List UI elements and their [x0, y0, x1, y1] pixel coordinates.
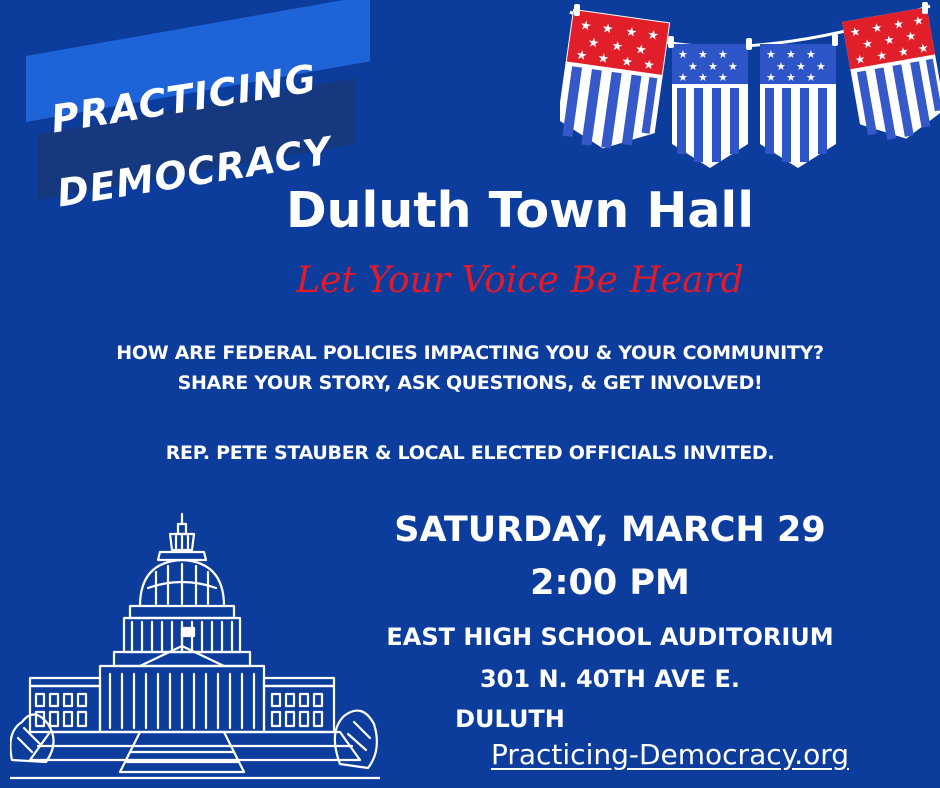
svg-text:★: ★ — [678, 71, 688, 84]
svg-text:★: ★ — [766, 48, 776, 61]
svg-text:★: ★ — [678, 48, 688, 61]
svg-text:★: ★ — [816, 60, 826, 73]
svg-text:★: ★ — [688, 60, 698, 73]
svg-text:★: ★ — [575, 48, 589, 64]
svg-text:★: ★ — [708, 60, 718, 73]
patriotic-bunting-icon: ★★★★ ★★★ ★★★★ ★★★ ★★★ ★★★ — [560, 2, 940, 168]
event-tagline: Let Your Voice Be Heard — [296, 260, 744, 301]
svg-text:★: ★ — [601, 21, 615, 37]
svg-text:★: ★ — [698, 48, 708, 61]
svg-text:★: ★ — [610, 39, 624, 55]
event-date: SATURDAY, MARCH 29 — [394, 510, 826, 550]
svg-text:★: ★ — [634, 42, 648, 58]
capitol-building-icon — [10, 512, 380, 780]
svg-text:★: ★ — [624, 24, 638, 40]
svg-text:★: ★ — [786, 71, 796, 84]
svg-text:★: ★ — [698, 71, 708, 84]
question-line-1: HOW ARE FEDERAL POLICIES IMPACTING YOU &… — [116, 342, 824, 364]
website-link[interactable]: Practicing-Democracy.org — [440, 738, 900, 771]
event-title: Duluth Town Hall — [285, 182, 755, 239]
svg-text:★: ★ — [796, 60, 806, 73]
svg-text:★: ★ — [587, 35, 601, 51]
event-venue: EAST HIGH SCHOOL AUDITORIUM — [386, 623, 834, 651]
svg-text:★: ★ — [596, 51, 610, 67]
invited-officials: REP. PETE STAUBER & LOCAL ELECTED OFFICI… — [165, 442, 775, 464]
question-line-2: SHARE YOUR STORY, ASK QUESTIONS, & GET I… — [177, 372, 763, 394]
svg-text:★: ★ — [786, 48, 796, 61]
svg-text:★: ★ — [718, 71, 728, 84]
svg-text:★: ★ — [718, 48, 728, 61]
event-address: 301 N. 40TH AVE E. — [479, 665, 740, 693]
svg-text:★: ★ — [806, 48, 816, 61]
svg-text:★: ★ — [642, 57, 656, 73]
svg-text:★: ★ — [728, 60, 738, 73]
flyer: PRACTICING DEMOCRACY ★ ★ ★ ★ ★ ★ ★ ★ ★ ★ ★ — [0, 0, 940, 788]
event-time: 2:00 PM — [530, 563, 690, 603]
svg-text:★: ★ — [766, 71, 776, 84]
svg-text:★: ★ — [776, 60, 786, 73]
svg-text:★: ★ — [806, 71, 816, 84]
svg-text:★: ★ — [646, 28, 660, 44]
svg-text:★: ★ — [620, 54, 634, 70]
svg-text:★: ★ — [579, 18, 593, 34]
